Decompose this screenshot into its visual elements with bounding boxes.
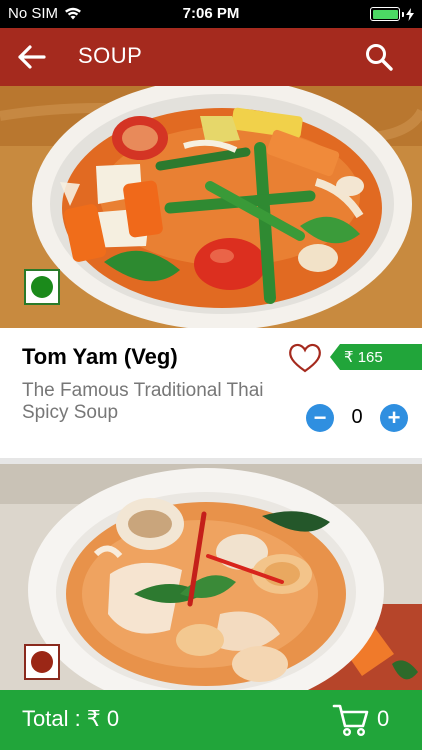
item-description: The Famous Traditional Thai Spicy Soup (22, 380, 264, 423)
decrease-quantity-button[interactable]: − (306, 404, 334, 432)
app-bar: SOUP (0, 28, 422, 86)
charging-icon (406, 7, 414, 21)
food-card[interactable]: Tom Yam (Veg) The Famous Traditional Tha… (0, 86, 422, 458)
item-name: Tom Yam (Veg) (22, 344, 178, 369)
heart-icon[interactable] (288, 342, 322, 374)
status-time: 7:06 PM (182, 5, 240, 22)
cart-icon[interactable] (332, 702, 370, 738)
status-bar: No SIM 7:06 PM (0, 0, 422, 28)
battery-icon (370, 7, 414, 21)
soup-photo (0, 464, 422, 690)
battery-fill (372, 9, 398, 19)
page-title: SOUP (78, 43, 143, 68)
arrow-left-icon[interactable] (16, 42, 48, 72)
non-veg-dot (31, 651, 53, 673)
non-veg-indicator-badge (24, 644, 60, 680)
soup-photo (0, 86, 422, 328)
quantity-value: 0 (351, 406, 363, 428)
cart-item-count: 0 (377, 706, 390, 731)
veg-dot (31, 276, 53, 298)
food-card[interactable] (0, 464, 422, 690)
increase-quantity-button[interactable]: + (380, 404, 408, 432)
price-tag: ₹ 165 (330, 344, 422, 370)
cart-total: Total : ₹ 0 (22, 706, 120, 731)
food-image (0, 464, 422, 690)
veg-indicator-badge (24, 269, 60, 305)
quantity-stepper: − 0 + (306, 404, 410, 434)
food-image (0, 86, 422, 328)
cart-summary-bar[interactable]: Total : ₹ 0 0 (0, 690, 422, 750)
food-card-details: Tom Yam (Veg) The Famous Traditional Tha… (0, 328, 422, 458)
item-feed: Tom Yam (Veg) The Famous Traditional Tha… (0, 86, 422, 690)
search-icon[interactable] (364, 42, 394, 72)
